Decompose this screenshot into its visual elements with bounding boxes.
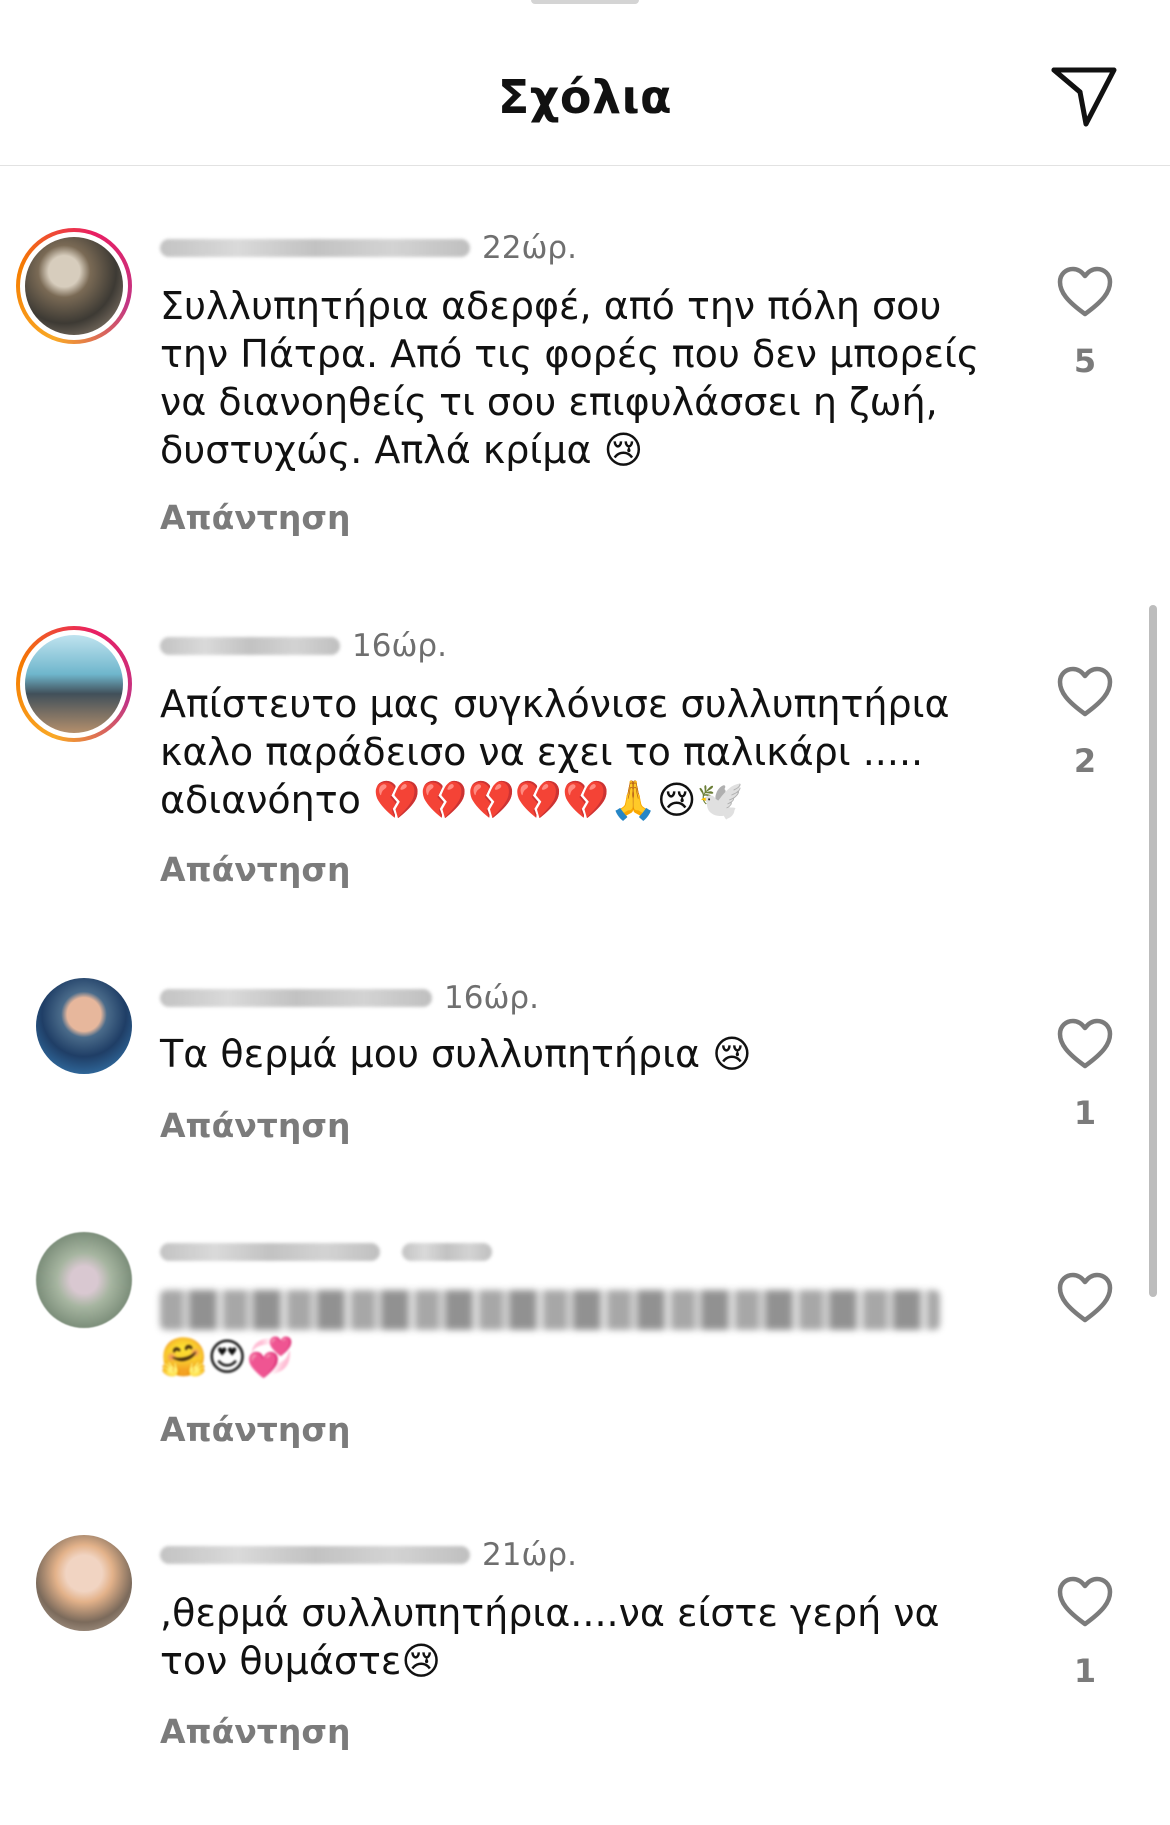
like-count: 1 [1073, 1094, 1097, 1132]
comment-text: Τα θερμά μου συλλυπητήρια 😢 [160, 1032, 752, 1076]
page-title: Σχόλια [497, 70, 673, 124]
comment-time-blurred [402, 1243, 492, 1261]
heart-icon[interactable] [1055, 1270, 1115, 1326]
avatar[interactable] [36, 978, 132, 1074]
comment-meta: 22ώρ. [160, 228, 577, 268]
comment-text: Απίστευτο μας συγκλόνισε συλλυπητήρια κα… [160, 682, 950, 822]
comment-text-blurred [160, 1290, 940, 1330]
comment-time: 16ώρ. [352, 628, 447, 664]
comment-meta [160, 1232, 492, 1272]
heart-icon[interactable] [1055, 264, 1115, 320]
reply-button[interactable]: Απάντηση [160, 1410, 351, 1449]
comment-time: 22ώρ. [482, 230, 577, 266]
avatar[interactable] [16, 228, 132, 344]
paper-plane-icon[interactable] [1048, 62, 1120, 130]
heart-icon[interactable] [1055, 664, 1115, 720]
like-count: 1 [1073, 1652, 1097, 1690]
avatar[interactable] [36, 1535, 132, 1631]
comment-text: ,θερμά συλλυπητήρια....να είστε γερή να … [160, 1591, 940, 1683]
comment-meta: 16ώρ. [160, 978, 539, 1018]
comments-sheet: Σχόλια 22ώρ. Συλλυπητήρια αδερφέ, από τη… [0, 0, 1170, 1825]
like-count: 2 [1073, 742, 1097, 780]
comment-time: 16ώρ. [444, 980, 539, 1016]
username[interactable] [160, 637, 340, 655]
username[interactable] [160, 989, 432, 1007]
like-count: 5 [1073, 342, 1097, 380]
comment-time: 21ώρ. [482, 1537, 577, 1573]
reply-button[interactable]: Απάντηση [160, 1712, 351, 1751]
username[interactable] [160, 239, 470, 257]
username[interactable] [160, 1546, 470, 1564]
comment-meta: 16ώρ. [160, 626, 447, 666]
heart-icon[interactable] [1055, 1574, 1115, 1630]
username[interactable] [160, 1243, 380, 1261]
comment-text: Συλλυπητήρια αδερφέ, από την πόλη σου τη… [160, 284, 980, 472]
heart-icon[interactable] [1055, 1016, 1115, 1072]
header: Σχόλια [0, 0, 1170, 166]
comment-meta: 21ώρ. [160, 1535, 577, 1575]
scrollbar[interactable] [1149, 605, 1157, 1297]
comment-emojis: 🤗😍💞 [160, 1335, 295, 1379]
avatar[interactable] [16, 626, 132, 742]
reply-button[interactable]: Απάντηση [160, 850, 351, 889]
reply-button[interactable]: Απάντηση [160, 498, 351, 537]
reply-button[interactable]: Απάντηση [160, 1106, 351, 1145]
avatar[interactable] [36, 1232, 132, 1328]
